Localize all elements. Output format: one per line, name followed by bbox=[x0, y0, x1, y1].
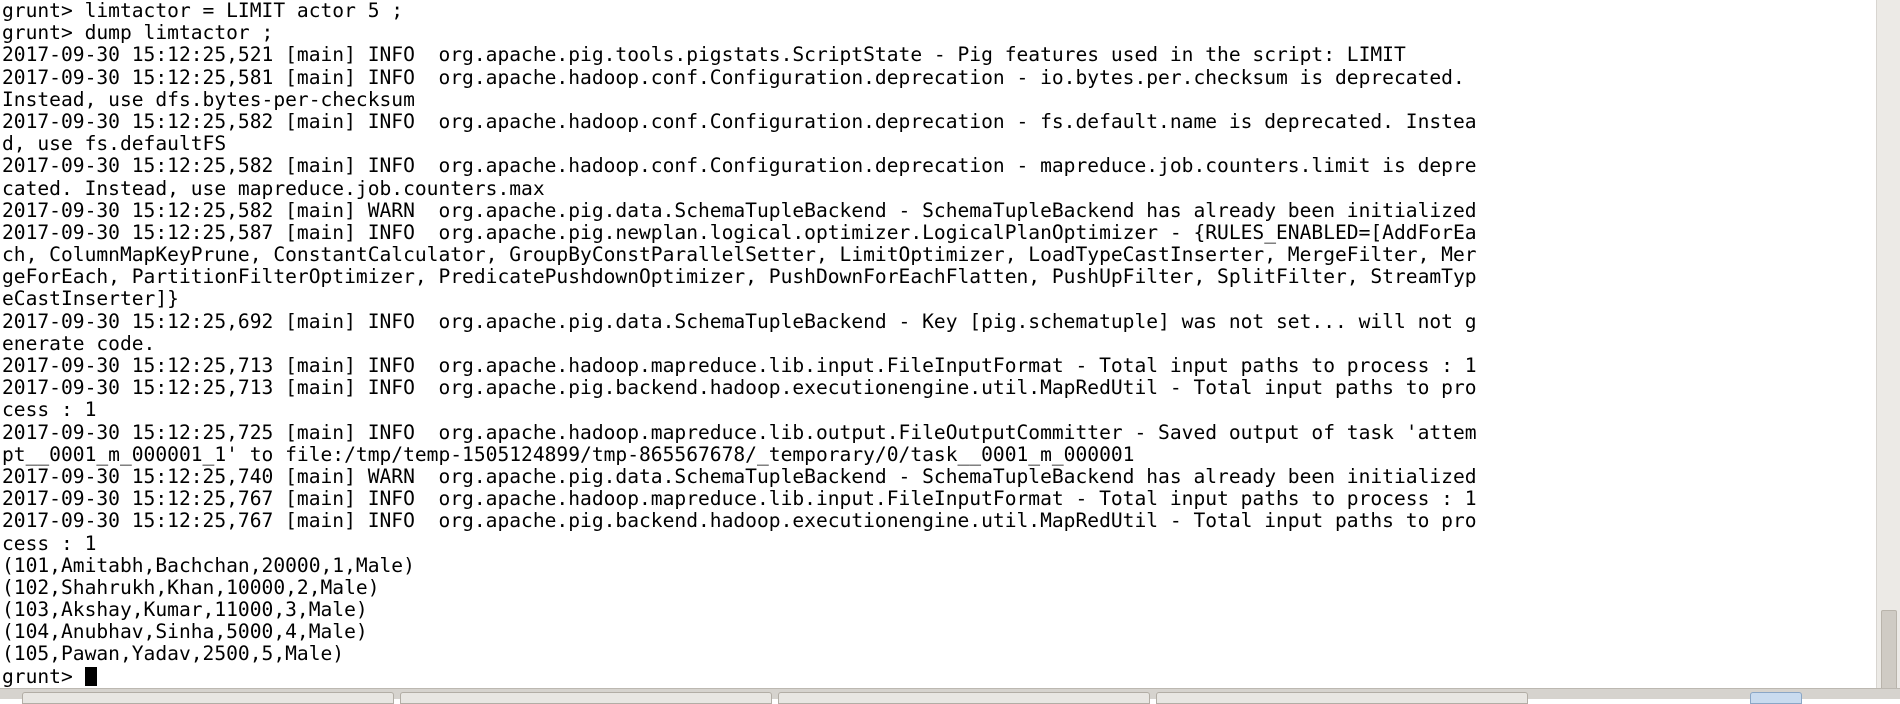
terminal-line: eCastInserter]} bbox=[2, 287, 179, 311]
terminal-line: 2017-09-30 15:12:25,587 [main] INFO org.… bbox=[2, 220, 1477, 244]
taskbar-tab[interactable] bbox=[400, 692, 772, 704]
taskbar-tab[interactable] bbox=[778, 692, 1150, 704]
terminal-line: geForEach, PartitionFilterOptimizer, Pre… bbox=[2, 265, 1477, 289]
terminal-line: cess : 1 bbox=[2, 398, 97, 422]
terminal-line: d, use fs.defaultFS bbox=[2, 132, 227, 156]
terminal-line: pt__0001_m_000001_1' to file:/tmp/temp-1… bbox=[2, 442, 1135, 466]
terminal-line: 2017-09-30 15:12:25,582 [main] INFO org.… bbox=[2, 154, 1477, 178]
taskbar-tab[interactable] bbox=[22, 692, 394, 704]
prompt-line[interactable]: grunt> bbox=[2, 664, 1876, 688]
terminal-line: (105,Pawan,Yadav,2500,5,Male) bbox=[2, 642, 345, 666]
terminal-line: ch, ColumnMapKeyPrune, ConstantCalculato… bbox=[2, 243, 1477, 267]
terminal-line: 2017-09-30 15:12:25,725 [main] INFO org.… bbox=[2, 420, 1477, 444]
terminal-line: (101,Amitabh,Bachchan,20000,1,Male) bbox=[2, 553, 415, 577]
taskbar bbox=[0, 688, 1900, 704]
terminal-line: 2017-09-30 15:12:25,521 [main] INFO org.… bbox=[2, 43, 1406, 67]
taskbar-tab-active[interactable] bbox=[1750, 692, 1802, 704]
terminal-line: 2017-09-30 15:12:25,713 [main] INFO org.… bbox=[2, 376, 1477, 400]
terminal-line: 2017-09-30 15:12:25,582 [main] WARN org.… bbox=[2, 198, 1477, 222]
terminal-line: enerate code. bbox=[2, 331, 156, 355]
terminal-line: Instead, use dfs.bytes-per-checksum bbox=[2, 87, 415, 111]
terminal-line: 2017-09-30 15:12:25,582 [main] INFO org.… bbox=[2, 109, 1477, 133]
terminal-line: grunt> limtactor = LIMIT actor 5 ; bbox=[2, 0, 404, 22]
terminal-text: grunt> limtactor = LIMIT actor 5 ; grunt>… bbox=[0, 0, 1876, 688]
terminal-line: 2017-09-30 15:12:25,713 [main] INFO org.… bbox=[2, 354, 1477, 377]
taskbar-tab[interactable] bbox=[1156, 692, 1528, 704]
text-cursor bbox=[84, 666, 97, 686]
terminal-line: 2017-09-30 15:12:25,692 [main] INFO org.… bbox=[2, 309, 1477, 333]
vertical-scrollbar[interactable] bbox=[1876, 0, 1900, 690]
terminal-output[interactable]: grunt> limtactor = LIMIT actor 5 ; grunt>… bbox=[0, 0, 1876, 688]
terminal-line: 2017-09-30 15:12:25,767 [main] INFO org.… bbox=[2, 509, 1477, 533]
terminal-line: 2017-09-30 15:12:25,767 [main] INFO org.… bbox=[2, 487, 1477, 511]
terminal-line: cess : 1 bbox=[2, 531, 97, 555]
terminal-line: (102,Shahrukh,Khan,10000,2,Male) bbox=[2, 575, 380, 599]
terminal-line: 2017-09-30 15:12:25,581 [main] INFO org.… bbox=[2, 65, 1465, 89]
scrollbar-thumb[interactable] bbox=[1881, 610, 1897, 690]
terminal-line: 2017-09-30 15:12:25,740 [main] WARN org.… bbox=[2, 464, 1477, 488]
prompt-text: grunt> bbox=[2, 664, 85, 688]
terminal-line: grunt> dump limtactor ; bbox=[2, 21, 274, 45]
terminal-line: cated. Instead, use mapreduce.job.counte… bbox=[2, 176, 545, 200]
terminal-line: (104,Anubhav,Sinha,5000,4,Male) bbox=[2, 620, 368, 644]
terminal-line: (103,Akshay,Kumar,11000,3,Male) bbox=[2, 598, 368, 622]
